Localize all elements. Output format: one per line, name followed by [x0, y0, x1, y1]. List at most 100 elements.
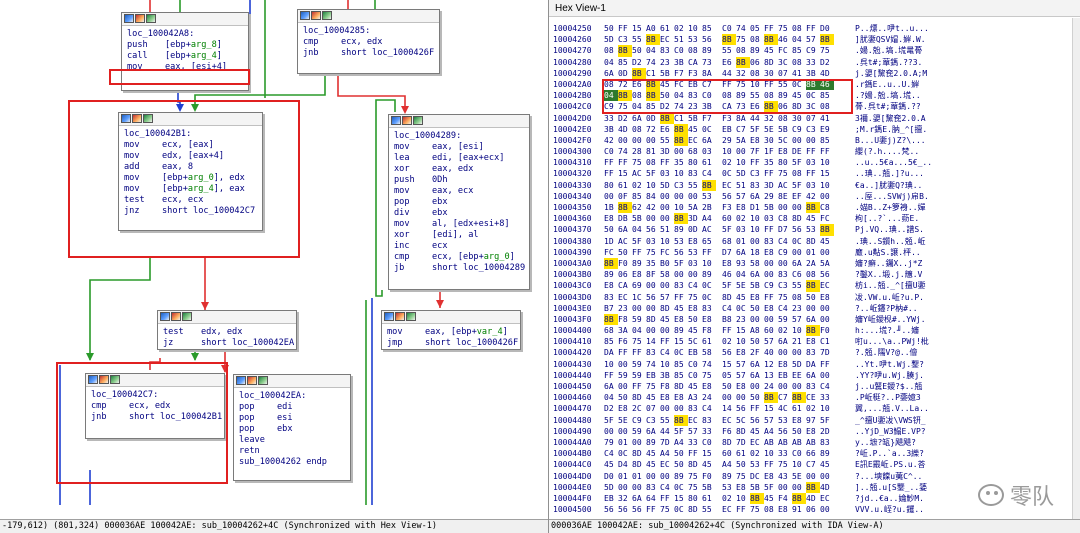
hex-byte[interactable]: 50 — [806, 292, 820, 303]
hex-byte[interactable]: 56 — [632, 504, 646, 515]
hex-byte[interactable]: FF — [722, 325, 736, 336]
hex-byte[interactable]: DA — [604, 347, 618, 358]
hex-byte[interactable]: 10 — [750, 224, 764, 235]
hex-byte[interactable]: 6A — [618, 224, 632, 235]
hex-byte[interactable]: 5A — [688, 202, 702, 213]
hex-byte[interactable]: 91 — [792, 504, 806, 515]
hex-byte[interactable]: C9 — [806, 45, 820, 56]
hex-bytes[interactable]: 85 F6 75 14 FF 15 5C 61 02 10 50 57 6A 21 E8 C1 — [604, 336, 834, 347]
hex-byte[interactable]: 35 — [674, 157, 688, 168]
hex-byte[interactable]: 5D — [604, 34, 618, 45]
hex-byte[interactable]: FF — [806, 23, 820, 34]
hex-byte[interactable]: 50 — [722, 381, 736, 392]
hex-byte[interactable]: 00 — [618, 482, 632, 493]
hex-byte[interactable]: 55 — [688, 180, 702, 191]
hex-byte[interactable]: 61 — [702, 336, 716, 347]
hex-byte[interactable]: 03 — [688, 258, 702, 269]
hex-byte[interactable]: DA — [806, 359, 820, 370]
hex-byte[interactable]: FF — [646, 504, 660, 515]
hex-byte[interactable]: 55 — [660, 135, 674, 146]
hex-byte[interactable]: 10 — [604, 359, 618, 370]
hex-byte[interactable]: 15 — [722, 359, 736, 370]
hex-byte[interactable]: 51 — [736, 180, 750, 191]
hex-bytes[interactable]: 56 56 56 FF 75 0C 8D 55 EC FF 75 08 E8 91 06 00 — [604, 504, 834, 515]
hex-byte[interactable]: 04 — [792, 34, 806, 45]
hex-byte[interactable]: 75 — [736, 34, 750, 45]
hex-byte[interactable]: FC — [820, 213, 834, 224]
hex-byte[interactable]: 3A — [618, 325, 632, 336]
hex-rows[interactable]: 10004250 50 FF 15 A0 61 02 10 85 C0 74 05 FF 75 08 FF D0… — [549, 23, 1080, 515]
hex-byte[interactable]: 61 — [702, 157, 716, 168]
hex-byte[interactable]: 72 — [646, 124, 660, 135]
hex-byte[interactable]: 5B — [778, 124, 792, 135]
hex-byte[interactable]: 75 — [702, 370, 716, 381]
hex-byte[interactable]: 7F — [750, 146, 764, 157]
hex-byte[interactable]: 8B — [806, 202, 820, 214]
hex-byte[interactable]: 00 — [820, 370, 834, 381]
hex-byte[interactable]: 8B — [674, 213, 688, 225]
hex-byte[interactable]: 10 — [820, 180, 834, 191]
hex-byte[interactable]: C0 — [604, 146, 618, 157]
hex-byte[interactable]: E8 — [750, 292, 764, 303]
hex-byte[interactable]: 3D — [764, 180, 778, 191]
hex-row[interactable]: 10004390 FC 50 FF 75 FC 56 53 FF D7 6A 18 E8 C9 00 01 00… — [549, 247, 1080, 258]
hex-byte[interactable]: 0F — [618, 191, 632, 202]
hex-byte[interactable]: 93 — [736, 258, 750, 269]
hex-byte[interactable]: 00 — [820, 247, 834, 258]
hex-byte[interactable]: 50 — [618, 247, 632, 258]
hex-byte[interactable]: 8B — [604, 257, 618, 270]
hex-byte[interactable]: 89 — [702, 269, 716, 280]
hex-byte[interactable]: 57 — [764, 336, 778, 347]
hex-byte[interactable]: C4 — [688, 280, 702, 291]
hex-byte[interactable]: D4 — [618, 459, 632, 470]
hex-byte[interactable]: 10 — [660, 236, 674, 247]
hex-byte[interactable]: EB — [688, 347, 702, 358]
hex-bytes[interactable]: FF 59 59 EB 3B 85 C0 75 05 57 6A 13 EB EE 6A 00 — [604, 370, 834, 381]
hex-byte[interactable]: 00 — [778, 381, 792, 392]
hex-byte[interactable]: 01 — [806, 247, 820, 258]
hex-byte[interactable]: EC — [750, 437, 764, 448]
hex-byte[interactable]: 75 — [632, 336, 646, 347]
hex-byte[interactable]: 80 — [688, 493, 702, 504]
hex-byte[interactable]: E8 — [792, 415, 806, 426]
hex-byte[interactable]: 00 — [674, 146, 688, 157]
hex-byte[interactable]: 50 — [604, 224, 618, 235]
hex-byte[interactable]: 45 — [792, 90, 806, 101]
hex-byte[interactable]: 00 — [792, 202, 806, 213]
hex-byte[interactable]: 10 — [736, 493, 750, 504]
hex-byte[interactable]: 1C — [632, 292, 646, 303]
hex-byte[interactable]: FF — [702, 247, 716, 258]
hex-byte[interactable]: 45 — [660, 79, 674, 90]
hex-bytes[interactable]: 50 FF 15 A0 61 02 10 85 C0 74 05 FF 75 08 FF D0 — [604, 23, 834, 34]
hex-byte[interactable]: 56 — [722, 347, 736, 358]
hex-byte[interactable]: 15 — [674, 336, 688, 347]
hex-byte[interactable]: 8A — [736, 113, 750, 124]
hex-byte[interactable]: C4 — [660, 347, 674, 358]
hex-byte[interactable]: 8D — [674, 381, 688, 392]
hex-byte[interactable]: 06 — [806, 504, 820, 515]
hex-byte[interactable]: C3 — [806, 124, 820, 135]
hex-byte[interactable]: 00 — [618, 381, 632, 392]
hex-byte[interactable]: 50 — [750, 392, 764, 403]
hex-byte[interactable]: 02 — [750, 448, 764, 459]
hex-byte[interactable]: 74 — [702, 359, 716, 370]
hex-row[interactable]: 100043A0 8B F0 89 35 B0 5F 03 10 E8 93 58 00 00 6A 2A 5A… — [549, 257, 1080, 270]
hex-byte[interactable]: 0C — [702, 124, 716, 135]
hex-byte[interactable]: 73 — [702, 57, 716, 68]
hex-byte[interactable]: 08 — [632, 90, 646, 101]
hex-bytes[interactable]: 08 8B 50 04 83 C0 08 89 55 08 89 45 FC 85 C9 75 — [604, 45, 834, 57]
hex-byte[interactable]: 30 — [764, 135, 778, 146]
hex-row[interactable]: 100044A0 79 01 00 89 7D A4 33 C0 8D 7D EC AB AB AB AB 83… — [549, 437, 1080, 448]
hex-byte[interactable]: 53 — [778, 415, 792, 426]
hex-row[interactable]: 10004330 80 61 02 10 5D C3 55 8B EC 51 83 3D AC 5F 03 10… — [549, 179, 1080, 191]
hex-byte[interactable]: 8B — [674, 414, 688, 426]
hex-byte[interactable]: 53 — [688, 34, 702, 45]
hex-byte[interactable]: 59 — [632, 426, 646, 437]
hex-byte[interactable]: 50 — [660, 90, 674, 101]
hex-byte[interactable]: 75 — [778, 459, 792, 470]
hex-byte[interactable]: 45 — [736, 292, 750, 303]
hex-byte[interactable]: C0 — [792, 448, 806, 459]
hex-byte[interactable]: FF — [604, 370, 618, 381]
hex-byte[interactable]: 46 — [778, 34, 792, 45]
hex-byte[interactable]: 00 — [792, 247, 806, 258]
